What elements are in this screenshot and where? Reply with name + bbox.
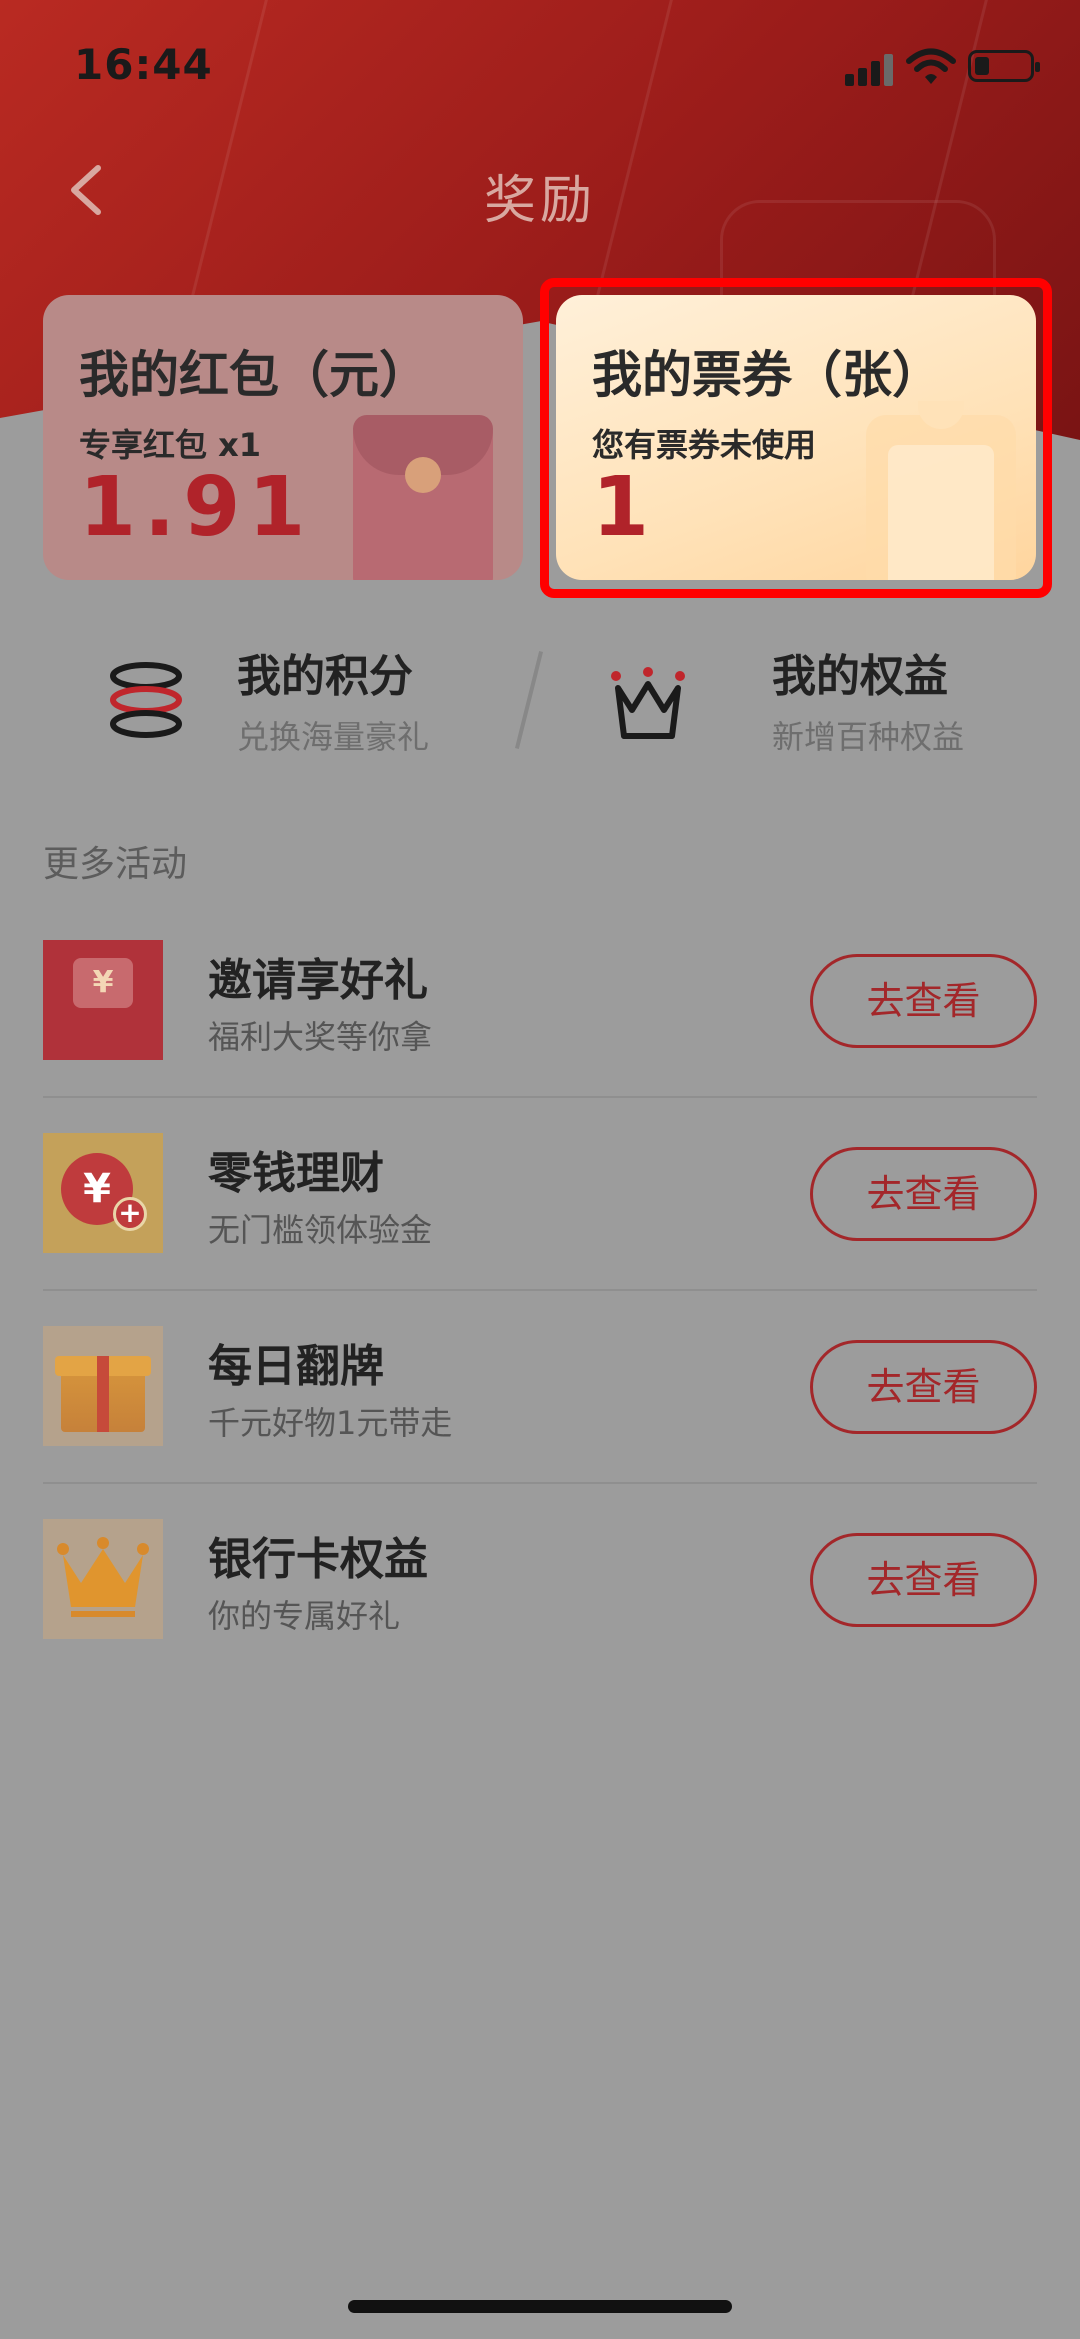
activity-row-card-rights[interactable]: 银行卡权益 你的专属好礼 去查看 — [43, 1519, 1037, 1679]
activity-subtitle: 无门槛领体验金 — [208, 1211, 433, 1249]
red-packet-title: 我的红包（元） — [79, 346, 429, 404]
view-button[interactable]: 去查看 — [810, 1340, 1037, 1434]
activity-subtitle: 你的专属好礼 — [208, 1597, 401, 1635]
points-title: 我的积分 — [237, 651, 413, 702]
activity-title: 银行卡权益 — [208, 1534, 428, 1585]
wifi-icon — [906, 48, 956, 84]
points-subtitle: 兑换海量豪礼 — [237, 718, 430, 756]
activity-title: 邀请享好礼 — [208, 955, 428, 1006]
status-bar: 16:44 — [0, 0, 1080, 130]
status-time: 16:44 — [74, 40, 213, 89]
red-packet-card[interactable]: 我的红包（元） 专享红包 x1 1.91 — [43, 295, 523, 580]
view-button[interactable]: 去查看 — [810, 954, 1037, 1048]
red-envelope-illustration — [353, 415, 493, 580]
red-packet-amount: 1.91 — [79, 460, 314, 555]
view-button[interactable]: 去查看 — [810, 1533, 1037, 1627]
activity-subtitle: 福利大奖等你拿 — [208, 1018, 433, 1056]
cellular-signal-icon — [845, 52, 895, 86]
gift-box-icon — [43, 1326, 163, 1446]
activity-title: 每日翻牌 — [208, 1341, 384, 1392]
activity-title: 零钱理财 — [208, 1148, 384, 1199]
home-indicator[interactable] — [348, 2300, 732, 2313]
points-link[interactable]: 我的积分 兑换海量豪礼 — [100, 640, 500, 760]
row-divider — [43, 1096, 1037, 1098]
rights-link[interactable]: 我的权益 新增百种权益 — [608, 640, 1038, 760]
activity-row-invite[interactable]: ¥ 邀请享好礼 福利大奖等你拿 去查看 — [43, 940, 1037, 1100]
activity-row-flip[interactable]: 每日翻牌 千元好物1元带走 去查看 — [43, 1326, 1037, 1486]
coin-plus-icon: ¥ + — [43, 1133, 163, 1253]
invite-red-envelope-icon: ¥ — [43, 940, 163, 1060]
row-divider — [43, 1289, 1037, 1291]
quick-links-divider — [514, 651, 544, 749]
page-title: 奖励 — [483, 171, 596, 231]
gold-crown-icon — [43, 1519, 163, 1639]
coins-stack-icon — [110, 662, 182, 738]
row-divider — [43, 1482, 1037, 1484]
navigation-bar: 奖励 — [0, 140, 1080, 240]
more-activities-title: 更多活动 — [43, 844, 188, 885]
crown-icon — [611, 667, 685, 739]
view-button[interactable]: 去查看 — [810, 1147, 1037, 1241]
activity-row-wealth[interactable]: ¥ + 零钱理财 无门槛领体验金 去查看 — [43, 1133, 1037, 1293]
rights-title: 我的权益 — [772, 651, 948, 702]
battery-icon — [968, 50, 1040, 82]
highlight-box — [540, 278, 1052, 598]
rights-subtitle: 新增百种权益 — [772, 718, 965, 756]
activity-subtitle: 千元好物1元带走 — [208, 1404, 453, 1442]
